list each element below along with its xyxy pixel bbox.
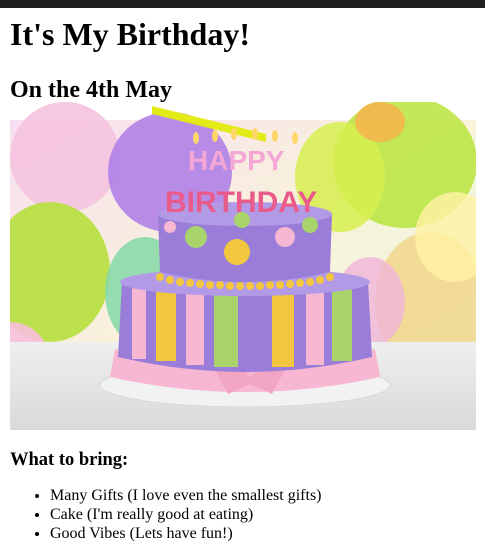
list-item: Cake (I'm really good at eating) (50, 505, 322, 524)
bring-heading: What to bring: (10, 450, 129, 470)
candle-text-happy: HAPPY (188, 145, 285, 176)
page-title: It's My Birthday! (10, 16, 250, 52)
bring-list: Many Gifts (I love even the smallest gif… (10, 486, 322, 543)
cake-illustration: HAPPY BIRTHDAY (10, 102, 476, 430)
browser-top-bar (0, 0, 485, 8)
page-content: It's My Birthday! On the 4th May (10, 8, 476, 104)
list-item: Good Vibes (Lets have fun!) (50, 524, 322, 543)
list-item: Many Gifts (I love even the smallest gif… (50, 486, 322, 505)
candle-text-birthday: BIRTHDAY (165, 186, 317, 219)
page-subtitle: On the 4th May (10, 77, 172, 103)
birthday-cake-image: HAPPY BIRTHDAY (10, 102, 476, 430)
